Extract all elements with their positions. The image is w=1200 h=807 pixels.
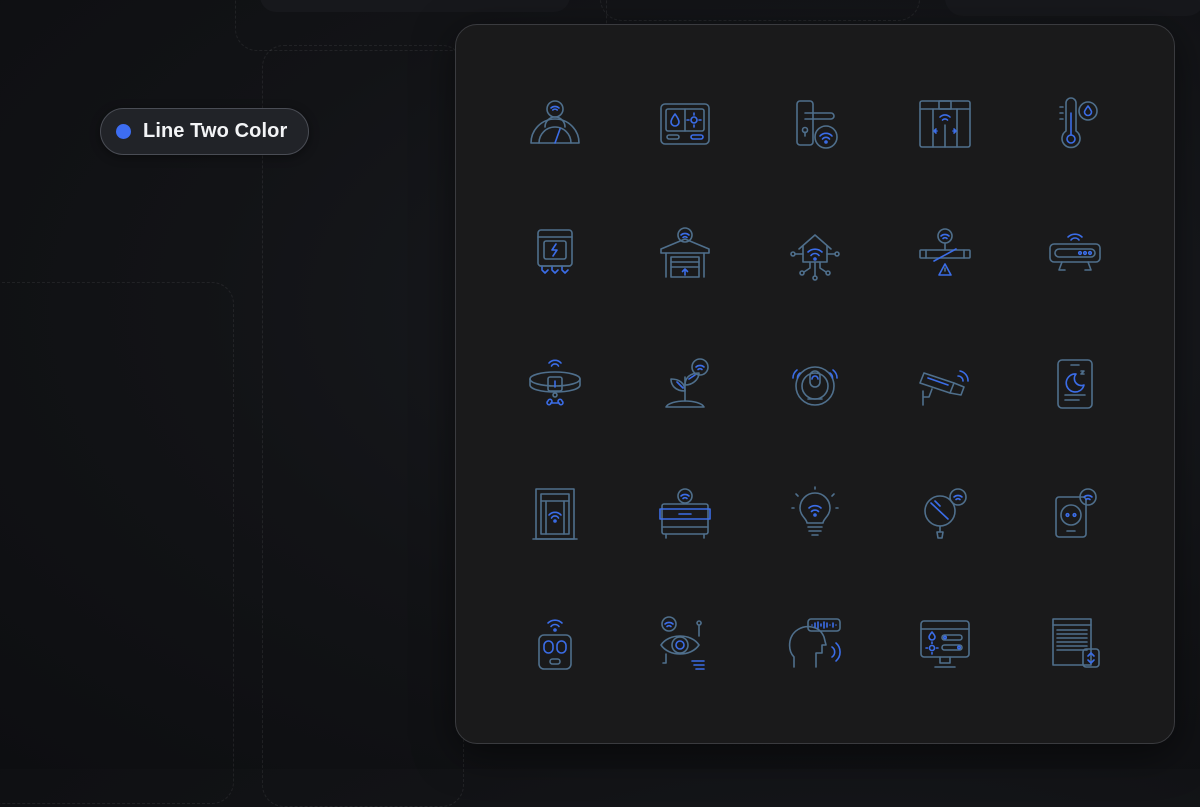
icon-cell	[880, 449, 1010, 579]
smart-plant-icon	[665, 358, 709, 408]
security-camera-icon	[919, 370, 969, 406]
smart-thermometer-icon	[1059, 97, 1098, 149]
icon-cell	[490, 189, 620, 319]
icon-cell	[880, 319, 1010, 449]
icon-cell	[620, 579, 750, 709]
smart-eye-tracking-icon	[660, 616, 705, 670]
icon-cell	[1010, 189, 1140, 319]
icon-cell	[620, 189, 750, 319]
smart-pet-collar-icon	[529, 359, 581, 406]
thermostat-panel-icon	[660, 103, 710, 145]
smart-remote-icon	[538, 619, 572, 670]
icon-cell	[1010, 579, 1140, 709]
style-badge: Line Two Color	[100, 108, 309, 155]
smart-water-heater-icon	[537, 229, 573, 274]
smart-blinds-icon	[1052, 618, 1100, 668]
smart-sliding-door-icon	[919, 100, 971, 148]
smart-window-icon	[532, 488, 578, 540]
smart-mirror-icon	[924, 488, 967, 539]
icon-cell	[1010, 319, 1140, 449]
icon-cell	[1010, 449, 1140, 579]
smart-bulb-icon	[791, 486, 839, 536]
smart-home-monitor-icon	[920, 620, 970, 668]
icon-cell	[490, 579, 620, 709]
icon-cell	[750, 449, 880, 579]
robot-vacuum-icon	[792, 366, 838, 406]
smart-meter-person-icon	[530, 100, 580, 144]
background-card	[262, 45, 464, 807]
icon-cell	[880, 579, 1010, 709]
icon-cell	[1010, 59, 1140, 189]
sleep-app-phone-icon	[1057, 359, 1093, 409]
icon-cell	[620, 319, 750, 449]
smart-door-handle-icon	[796, 100, 838, 149]
smart-drawer-icon	[659, 488, 711, 539]
icon-cell	[750, 59, 880, 189]
smart-home-network-icon	[790, 234, 840, 281]
smart-socket-icon	[1055, 488, 1097, 538]
background-card	[600, 0, 920, 21]
voice-assistant-icon	[788, 618, 841, 668]
icon-cell	[490, 59, 620, 189]
icon-cell	[620, 449, 750, 579]
icon-cell	[490, 319, 620, 449]
smart-water-valve-icon	[919, 228, 971, 276]
smart-router-icon	[1049, 233, 1101, 271]
icon-cell	[490, 449, 620, 579]
icon-cell	[880, 59, 1010, 189]
smart-garage-door-icon	[660, 227, 710, 278]
icon-cell	[750, 579, 880, 709]
background-card	[0, 282, 234, 804]
badge-label: Line Two Color	[143, 120, 288, 142]
icon-panel	[455, 24, 1175, 744]
icon-cell	[620, 59, 750, 189]
icon-cell	[750, 189, 880, 319]
background-card	[945, 0, 1200, 16]
badge-dot	[116, 124, 131, 139]
icon-cell	[880, 189, 1010, 319]
icon-grid	[490, 59, 1140, 709]
icon-cell	[750, 319, 880, 449]
